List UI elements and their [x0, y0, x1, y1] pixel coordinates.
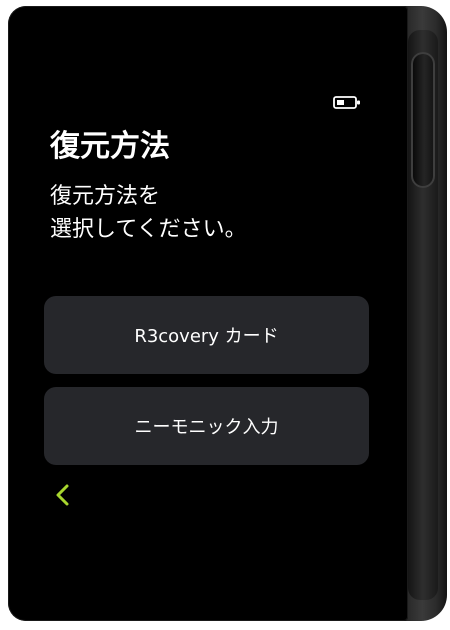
mnemonic-input-button-label: ニーモニック入力 [134, 417, 279, 438]
back-button[interactable] [50, 480, 76, 510]
instruction-text: 復元方法を 選択してください。 [50, 180, 247, 246]
page-title: 復元方法 [50, 129, 170, 164]
instruction-line-1: 復元方法を [50, 184, 161, 209]
mnemonic-input-button[interactable]: ニーモニック入力 [44, 387, 369, 465]
side-button[interactable] [411, 52, 435, 188]
chevron-left-icon [56, 484, 69, 506]
recovery-card-button[interactable]: R3covery カード [44, 296, 369, 374]
device: 復元方法 復元方法を 選択してください。 R3covery カード ニーモニック… [0, 0, 450, 630]
recovery-card-button-label: R3covery カード [134, 326, 279, 347]
instruction-line-2: 選択してください。 [50, 217, 247, 242]
battery-icon [333, 96, 360, 109]
